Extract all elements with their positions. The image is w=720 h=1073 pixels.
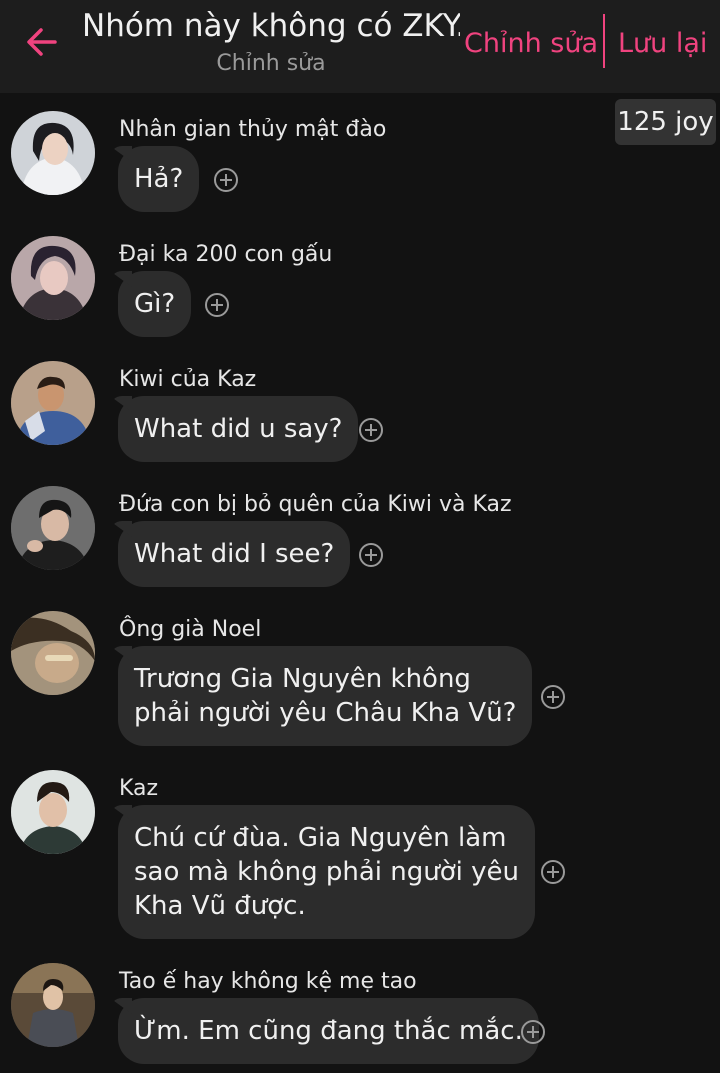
message-text: Chú cứ đùa. Gia Nguyên làm sao mà không … bbox=[134, 823, 519, 921]
top-bar: Nhóm này không có ZKY... Chỉnh sửa Chỉnh… bbox=[0, 0, 720, 93]
sender-name: Kiwi của Kaz bbox=[119, 367, 257, 392]
sender-name: Kaz bbox=[119, 776, 159, 801]
avatar[interactable] bbox=[11, 486, 95, 570]
arrow-left-icon bbox=[27, 28, 57, 56]
sender-name: Đứa con bị bỏ quên của Kiwi và Kaz bbox=[119, 492, 512, 517]
message-bubble[interactable]: Hả? bbox=[118, 146, 200, 212]
group-subtitle: Chỉnh sửa bbox=[216, 51, 326, 76]
message-bubble[interactable]: Trương Gia Nguyên không phải người yêu C… bbox=[118, 646, 533, 746]
plus-circle-icon[interactable] bbox=[358, 417, 384, 443]
back-button[interactable] bbox=[22, 22, 62, 62]
title-area: Nhóm này không có ZKY... Chỉnh sửa bbox=[82, 6, 460, 79]
plus-circle-icon[interactable] bbox=[520, 1019, 546, 1045]
message-text: Trương Gia Nguyên không phải người yêu C… bbox=[134, 664, 517, 728]
sender-name: Đại ka 200 con gấu bbox=[119, 242, 333, 267]
message-bubble[interactable]: What did I see? bbox=[118, 521, 351, 587]
message-text: Hả? bbox=[134, 164, 184, 194]
group-title: Nhóm này không có ZKY... bbox=[82, 8, 460, 44]
message-bubble[interactable]: Ừm. Em cũng đang thắc mắc. bbox=[118, 998, 539, 1064]
plus-circle-icon[interactable] bbox=[204, 292, 230, 318]
sender-name: Tao ế hay không kệ mẹ tao bbox=[119, 969, 417, 994]
avatar[interactable] bbox=[11, 770, 95, 854]
avatar[interactable] bbox=[11, 611, 95, 695]
avatar[interactable] bbox=[11, 111, 95, 195]
message-text: Ừm. Em cũng đang thắc mắc. bbox=[134, 1016, 523, 1046]
plus-circle-icon[interactable] bbox=[213, 167, 239, 193]
message-text: What did u say? bbox=[134, 414, 343, 444]
plus-circle-icon[interactable] bbox=[540, 859, 566, 885]
plus-circle-icon[interactable] bbox=[358, 542, 384, 568]
joy-count-badge: 125 joy bbox=[615, 99, 716, 145]
message-bubble[interactable]: Chú cứ đùa. Gia Nguyên làm sao mà không … bbox=[118, 805, 535, 939]
sender-name: Nhân gian thủy mật đào bbox=[119, 117, 387, 142]
message-text: What did I see? bbox=[134, 539, 335, 569]
message-text: Gì? bbox=[134, 289, 176, 319]
avatar[interactable] bbox=[11, 963, 95, 1047]
sender-name: Ông già Noel bbox=[119, 617, 262, 642]
header-divider bbox=[603, 14, 605, 68]
edit-button[interactable]: Chỉnh sửa bbox=[464, 24, 598, 64]
avatar[interactable] bbox=[11, 361, 95, 445]
plus-circle-icon[interactable] bbox=[540, 684, 566, 710]
avatar[interactable] bbox=[11, 236, 95, 320]
message-bubble[interactable]: Gì? bbox=[118, 271, 192, 337]
message-bubble[interactable]: What did u say? bbox=[118, 396, 359, 462]
save-button[interactable]: Lưu lại bbox=[618, 24, 707, 64]
